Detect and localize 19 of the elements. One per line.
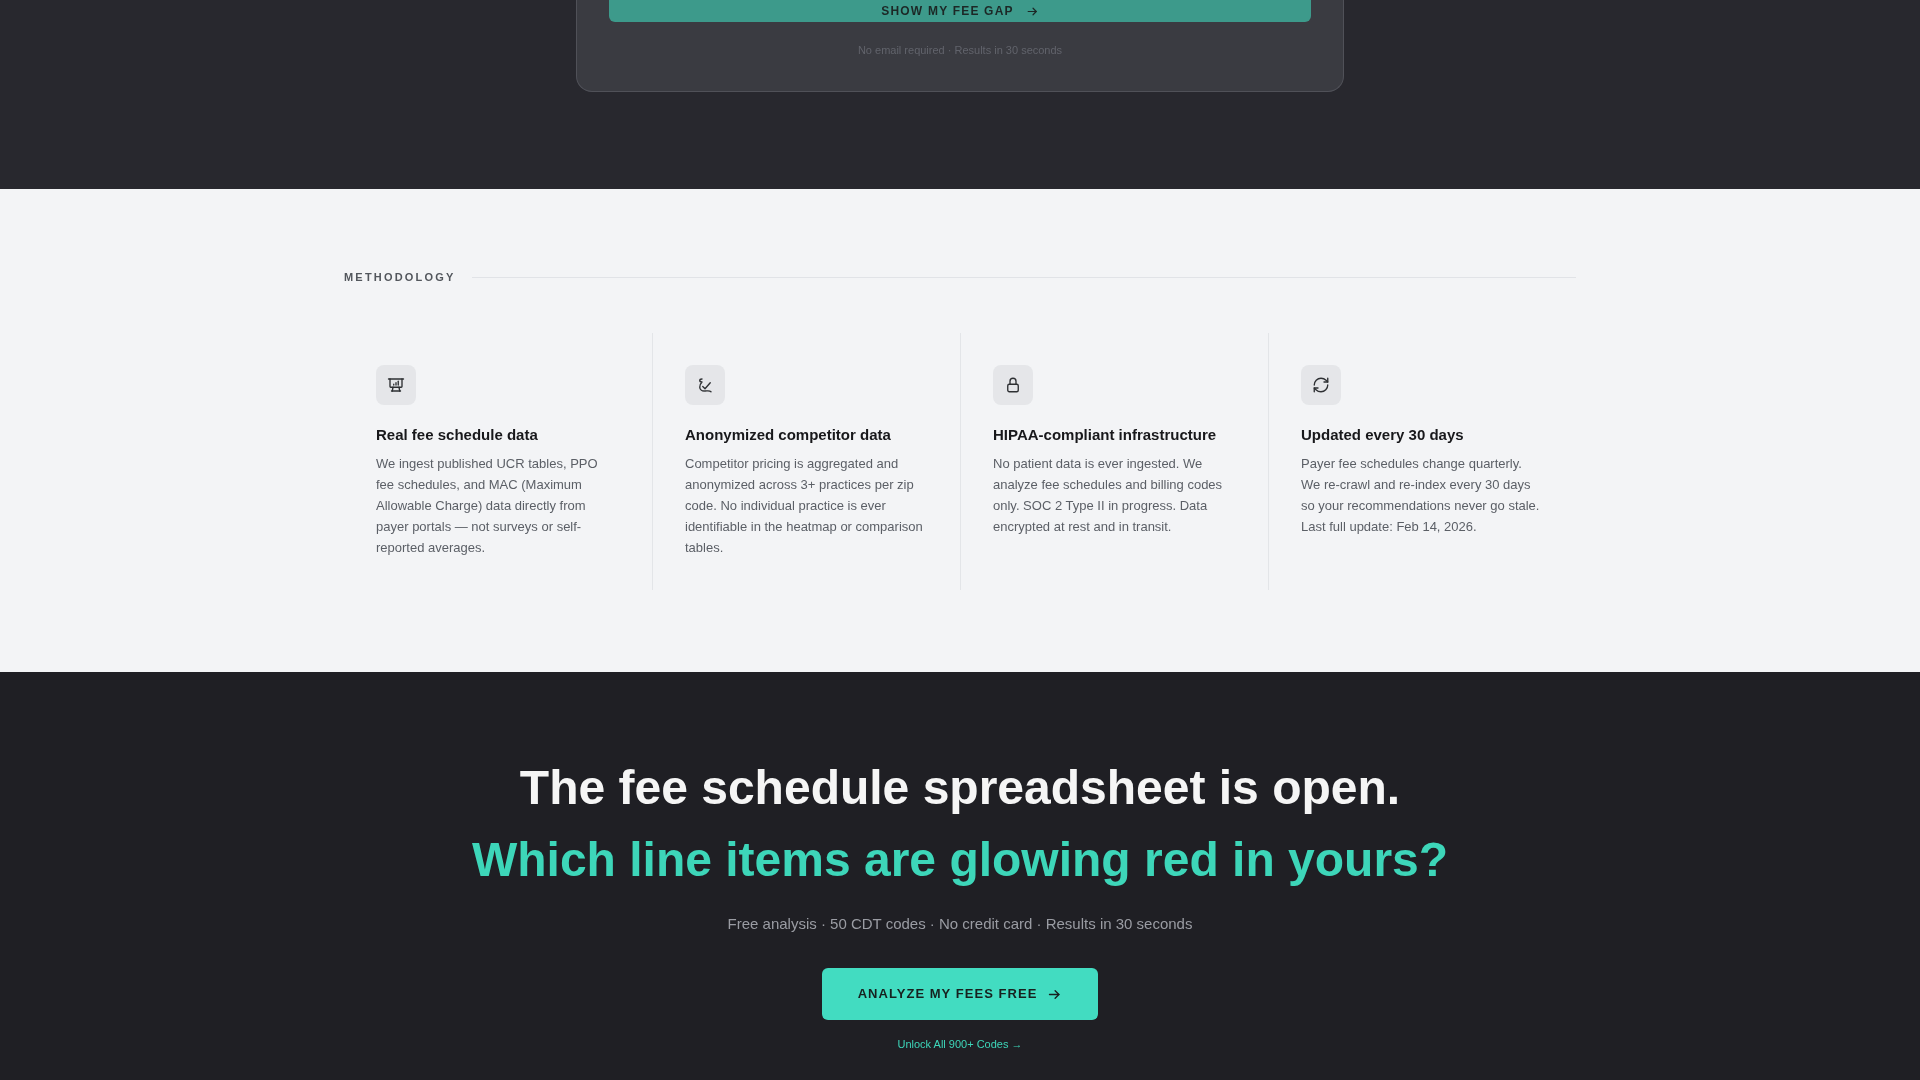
lock-icon (993, 365, 1033, 405)
headline: The fee schedule spreadsheet is open. (519, 760, 1401, 816)
unlock-codes-link[interactable]: Unlock All 900+ Codes → (897, 1036, 1023, 1052)
show-fee-gap-button[interactable]: SHOW MY FEE GAP (609, 0, 1311, 22)
presentation-chart-icon (376, 365, 416, 405)
feature-description: No patient data is ever ingested. We analyze fee schedules and billing codes only. SOC 2 Type II in progress. Data encrypted at rest and in transit. (993, 455, 1224, 536)
headline-highlight: Which line items are glowing red in yours? (471, 832, 1449, 888)
signature-check-icon (685, 365, 725, 405)
feature-title: Anonymized competitor data (685, 425, 892, 445)
feature-title: HIPAA-compliant infrastructure (993, 425, 1218, 445)
feature-description: Competitor pricing is aggregated and anonymized across 3+ practices per zip code. No individual practice is ever identifiable in the heatmap or comparison tables. (685, 455, 924, 557)
feature-description: Payer fee schedules change quarterly. We re-crawl and re-index every 30 days so your recommendations never go stale. Last full update: Feb 14, 2026. (1301, 455, 1541, 536)
analyze-fees-button[interactable]: ANALYZE MY FEES FREE (821, 968, 1099, 1020)
feature-description: We ingest published UCR tables, PPO fee schedules, and MAC (Maximum Allowable Charge) data directly from payer portals — not surveys or self-reported averages. (376, 455, 599, 557)
section-label: METHODOLOGY (344, 269, 456, 285)
refresh-icon (1301, 365, 1341, 405)
tagline: Free analysis · 50 CDT codes · No credit card · Results in 30 seconds (727, 914, 1193, 934)
feature-title: Updated every 30 days (1301, 425, 1465, 445)
feature-title: Real fee schedule data (376, 425, 539, 445)
